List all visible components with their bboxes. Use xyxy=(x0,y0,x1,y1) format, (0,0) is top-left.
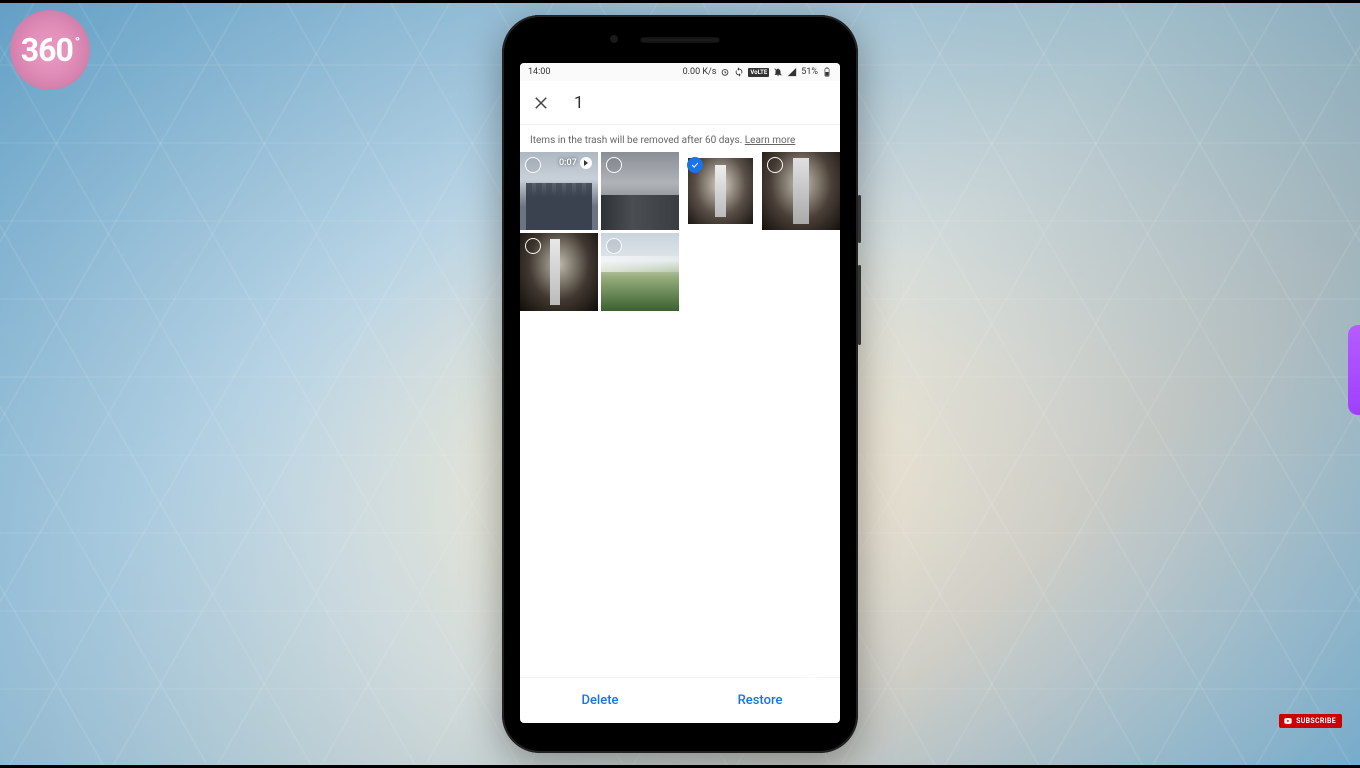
trash-thumbnail[interactable] xyxy=(520,233,598,311)
dnd-bell-off-icon xyxy=(773,67,783,77)
youtube-play-icon xyxy=(1283,717,1293,725)
play-icon xyxy=(580,157,592,169)
phone-frame: 14:00 0.00 K/s VoLTE 51% 1 Items in the … xyxy=(502,15,858,753)
video-duration-badge: 0:07 xyxy=(559,157,592,169)
letterbox-top xyxy=(0,0,1360,3)
subscribe-label: SUBSCRIBE xyxy=(1296,717,1336,725)
phone-power-button xyxy=(858,195,861,243)
select-circle-icon[interactable] xyxy=(525,157,541,173)
restore-button[interactable]: Restore xyxy=(680,678,840,723)
checkmark-selected-icon[interactable] xyxy=(687,157,703,173)
alarm-icon xyxy=(720,67,730,77)
status-net-speed: 0.00 K/s xyxy=(683,67,717,77)
volte-badge: VoLTE xyxy=(748,68,769,77)
close-icon xyxy=(532,94,550,112)
side-feedback-tab[interactable] xyxy=(1348,325,1360,415)
status-bar-left: 14:00 xyxy=(528,67,554,77)
phone-front-camera xyxy=(610,35,618,43)
phone-screen: 14:00 0.00 K/s VoLTE 51% 1 Items in the … xyxy=(520,63,840,723)
select-circle-icon[interactable] xyxy=(606,157,622,173)
status-battery-pct: 51% xyxy=(801,67,818,77)
trash-thumbnail[interactable] xyxy=(762,152,840,230)
trash-info-text: Items in the trash will be removed after… xyxy=(530,135,745,146)
trash-thumbnail[interactable]: 0:07 xyxy=(520,152,598,230)
trash-photo-grid: 0:07 xyxy=(520,152,840,677)
signal-icon xyxy=(787,67,797,77)
check-icon xyxy=(690,160,700,170)
brand-360-text: 360 xyxy=(21,31,73,69)
battery-icon xyxy=(822,67,832,77)
sync-icon xyxy=(734,67,744,77)
video-duration-text: 0:07 xyxy=(559,158,577,168)
close-selection-button[interactable] xyxy=(532,94,550,112)
trash-thumbnail[interactable] xyxy=(601,233,679,311)
trash-thumbnail[interactable] xyxy=(682,152,760,230)
bottom-action-bar: Delete Restore xyxy=(520,677,840,723)
trash-info-banner: Items in the trash will be removed after… xyxy=(520,125,840,152)
android-status-bar: 14:00 0.00 K/s VoLTE 51% xyxy=(520,63,840,81)
select-circle-icon[interactable] xyxy=(525,238,541,254)
selection-count: 1 xyxy=(574,93,584,113)
select-circle-icon[interactable] xyxy=(606,238,622,254)
delete-button[interactable]: Delete xyxy=(520,678,680,723)
selection-header: 1 xyxy=(520,81,840,125)
phone-volume-button xyxy=(858,265,861,345)
trash-thumbnail[interactable] xyxy=(601,152,679,230)
degree-symbol: ° xyxy=(75,35,79,51)
learn-more-link[interactable]: Learn more xyxy=(745,135,796,146)
subscribe-badge[interactable]: SUBSCRIBE xyxy=(1279,714,1342,728)
status-time: 14:00 xyxy=(528,67,550,77)
status-bar-right: 0.00 K/s VoLTE 51% xyxy=(683,67,832,77)
phone-earpiece xyxy=(640,37,720,43)
brand-360-logo: 360° xyxy=(10,10,90,90)
